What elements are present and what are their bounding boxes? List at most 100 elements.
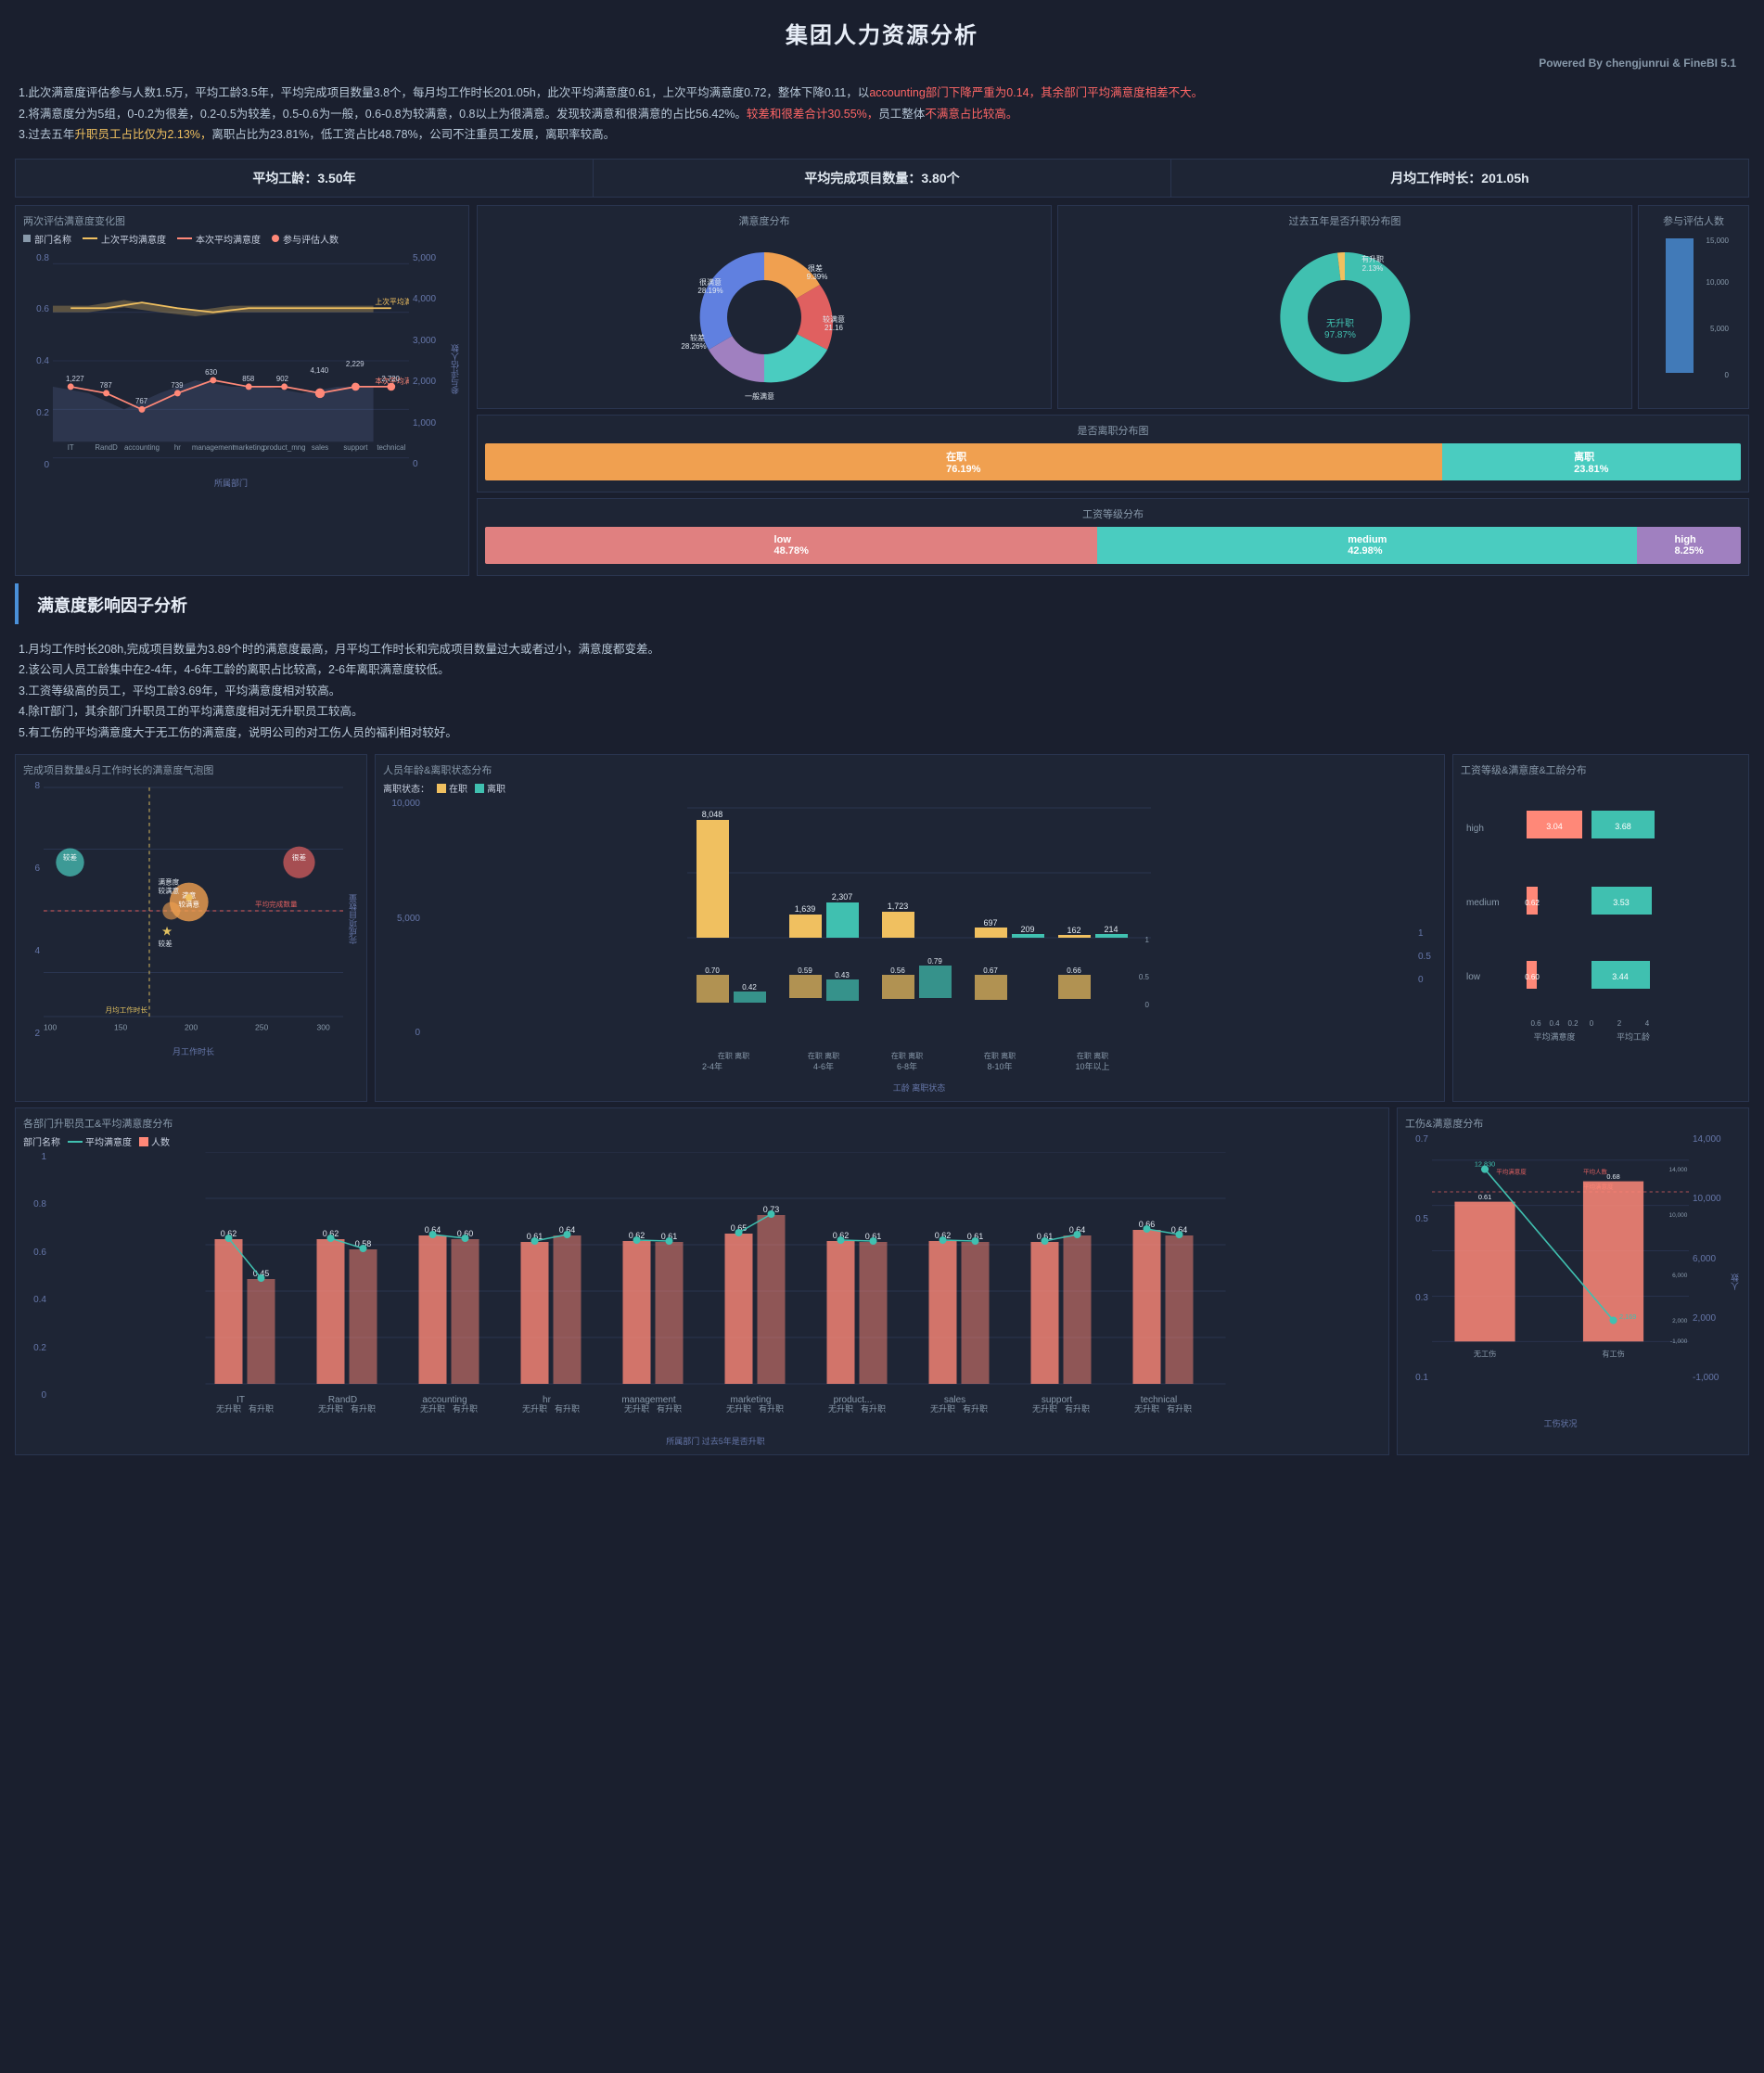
svg-text:209: 209	[1020, 925, 1034, 934]
svg-text:-1,000: -1,000	[1670, 1338, 1688, 1345]
stats-row: 平均工龄：3.50年 平均完成项目数量：3.80个 月均工作时长：201.05h	[15, 159, 1749, 198]
svg-text:sales: sales	[312, 443, 328, 452]
svg-text:无升职: 无升职	[1134, 1404, 1159, 1414]
svg-text:10年以上: 10年以上	[1075, 1061, 1109, 1071]
svg-text:sales: sales	[944, 1395, 965, 1405]
svg-text:无升职: 无升职	[318, 1404, 343, 1414]
powered-by-label: Powered By chengjunrui & FineBI 5.1	[0, 55, 1764, 75]
svg-text:21.16: 21.16	[824, 324, 844, 332]
highlight-low-sat: 较差和很差合计30.55%，	[747, 108, 878, 121]
svg-text:management: management	[192, 443, 236, 452]
tenure-svg: 8,048 0.70 0.42 1,639 2,307 0.59	[424, 799, 1414, 1077]
attrition-active: 在职76.19%	[485, 443, 1442, 480]
svg-text:162: 162	[1067, 926, 1080, 935]
svg-text:low: low	[1466, 972, 1481, 982]
legend-prev-label: 上次平均满意度	[101, 232, 166, 246]
svg-text:2,720: 2,720	[381, 374, 400, 382]
svg-text:有升职: 有升职	[963, 1403, 988, 1414]
svg-text:accounting: accounting	[124, 443, 160, 452]
stat-hours: 月均工作时长：201.05h	[1171, 160, 1748, 197]
svg-text:2,229: 2,229	[346, 360, 364, 368]
svg-text:250: 250	[255, 1022, 269, 1031]
svg-text:6-8年: 6-8年	[897, 1061, 917, 1071]
left-panel: 两次评估满意度变化图 部门名称 上次平均满意度 本次平均满意度 参与评估人数	[15, 205, 469, 576]
svg-text:无升职: 无升职	[726, 1404, 751, 1414]
legend-active: 在职	[437, 781, 467, 795]
svg-text:12,830: 12,830	[1475, 1159, 1495, 1168]
svg-text:6,000: 6,000	[1672, 1273, 1688, 1279]
svg-text:2-4年: 2-4年	[702, 1061, 722, 1071]
linechart-body: 上次平均满意度 本次平均满意度 1,227 787	[53, 250, 409, 489]
main-grid: 两次评估满意度变化图 部门名称 上次平均满意度 本次平均满意度 参与评估人数	[15, 205, 1749, 576]
participants-bar-svg: 15,000 10,000 5,000 0	[1656, 234, 1731, 382]
svg-text:787: 787	[100, 380, 112, 389]
salary-bar: low48.78% medium42.98% high8.25%	[485, 527, 1741, 564]
tenure-title: 人员年龄&离职状态分布	[383, 762, 1437, 777]
svg-text:有升职: 有升职	[555, 1403, 580, 1414]
svg-text:上次平均满意度: 上次平均满意度	[375, 296, 409, 305]
svg-text:0: 0	[1145, 1001, 1150, 1009]
section2-text: 1.月均工作时长208h,完成项目数量为3.89个时的满意度最高，月平均工作时长…	[0, 632, 1764, 749]
svg-text:8-10年: 8-10年	[987, 1061, 1012, 1071]
attrition-active-label: 在职76.19%	[946, 449, 980, 475]
page-wrapper: 集团人力资源分析 Powered By chengjunrui & FineBI…	[0, 0, 1764, 1455]
svg-text:0.4: 0.4	[1549, 1019, 1560, 1028]
linechart-y2-axis: 5,000 4,000 3,000 2,000 1,000 0	[413, 250, 445, 489]
svg-text:1: 1	[1145, 936, 1150, 944]
svg-text:无升职: 无升职	[216, 1404, 241, 1414]
svg-text:accounting: accounting	[422, 1395, 467, 1405]
legend-dept-label: 部门名称	[34, 232, 71, 246]
promo-donut-container: 有升职 2.13% 无升职 97.87%	[1066, 234, 1624, 401]
scatter-body: 月均工作时长 平均完成数量 很差 较差 满意 较满意	[44, 781, 343, 1057]
legend-active-icon	[437, 784, 446, 793]
svg-text:较差: 较差	[690, 333, 705, 342]
scatter-title: 完成项目数量&月工作时长的满意度气泡图	[23, 762, 359, 777]
svg-text:月均工作时长: 月均工作时长	[106, 1005, 148, 1014]
tenure-x-label: 工龄 离职状态	[424, 1081, 1414, 1094]
svg-text:很差: 很差	[292, 852, 307, 862]
scatter-container: 8 6 4 2 月均工作时长	[23, 781, 359, 1057]
svg-text:在职 离职: 在职 离职	[984, 1051, 1016, 1060]
page-title: 集团人力资源分析	[0, 0, 1764, 55]
dept-promo-svg-wrapper: 0.62 无升职 0.45 有升职 IT 0.62	[50, 1152, 1381, 1447]
legend-count-bar-icon	[139, 1137, 148, 1146]
tenure-y1-labels: 10,000 5,000 0	[383, 799, 420, 1094]
injury-y1-labels: 0.7 0.5 0.3 0.1	[1405, 1134, 1428, 1429]
svg-text:满意度: 满意度	[159, 877, 180, 887]
stat-hours-value: 月均工作时长：201.05h	[1190, 169, 1730, 187]
attrition-title: 是否离职分布图	[485, 423, 1741, 438]
stat-projects: 平均完成项目数量：3.80个	[594, 160, 1171, 197]
svg-text:15,000: 15,000	[1706, 237, 1730, 245]
svg-text:一般满意: 一般满意	[745, 391, 774, 401]
dept-promo-legend: 部门名称 平均满意度 人数	[23, 1134, 1381, 1148]
highlight-promotion: 升职员工占比仅为2.13%，	[74, 128, 211, 141]
svg-text:100: 100	[44, 1022, 58, 1031]
linechart-container: 0.8 0.6 0.4 0.2 0	[23, 250, 461, 489]
injury-x-label: 工伤状况	[1432, 1417, 1689, 1429]
svg-text:medium: medium	[1466, 898, 1500, 908]
injury-panel: 工伤&满意度分布 0.7 0.5 0.3 0.1	[1397, 1107, 1749, 1455]
tenure-chart-container: 10,000 5,000 0 8,048 0	[383, 799, 1437, 1094]
svg-text:200: 200	[185, 1022, 198, 1031]
salary-box: 工资等级分布 low48.78% medium42.98% high8.25%	[477, 498, 1749, 576]
salary-high: high8.25%	[1637, 527, 1741, 564]
svg-text:support: support	[343, 443, 368, 452]
legend-dept: 部门名称	[23, 232, 71, 246]
dept-promo-panel: 各部门升职员工&平均满意度分布 部门名称 平均满意度 人数 1 0.8 0.6 …	[15, 1107, 1389, 1455]
svg-text:无工伤: 无工伤	[1474, 1350, 1496, 1359]
linechart-legend: 部门名称 上次平均满意度 本次平均满意度 参与评估人数	[23, 232, 461, 246]
dept-promo-y-labels: 1 0.8 0.6 0.4 0.2 0	[23, 1152, 46, 1447]
svg-text:在职 离职: 在职 离职	[718, 1051, 749, 1060]
salary-high-label: high8.25%	[1675, 534, 1704, 557]
legend-left: 离职	[475, 781, 505, 795]
svg-text:0.6: 0.6	[1530, 1019, 1541, 1028]
tenure-legend: 离职状态： 在职 离职	[383, 781, 1437, 795]
summary-line-2: 2.将满意度分为5组，0-0.2为很差，0.2-0.5为较差，0.5-0.6为一…	[19, 104, 1745, 125]
s2-line4: 4.除IT部门，其余部门升职员工的平均满意度相对无升职员工较高。	[19, 701, 1745, 723]
svg-text:10,000: 10,000	[1706, 278, 1730, 287]
legend-left-icon	[475, 784, 484, 793]
svg-text:marketing: marketing	[731, 1395, 772, 1405]
highlight-accounting: accounting部门下降严重为0.14，其余部门平均满意度相差不大。	[869, 86, 1203, 99]
svg-text:IT: IT	[236, 1395, 245, 1405]
svg-text:hr: hr	[543, 1395, 552, 1405]
